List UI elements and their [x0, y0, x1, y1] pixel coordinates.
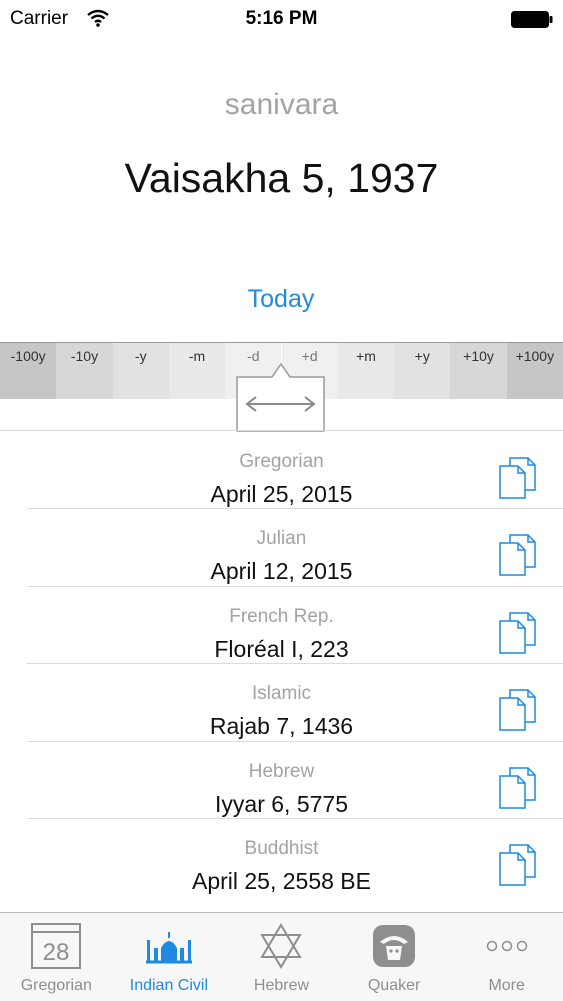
adjust-button[interactable]: +m — [337, 343, 395, 400]
tab-hebrew[interactable]: Hebrew — [225, 913, 338, 1001]
copy-icon[interactable] — [498, 689, 536, 731]
quaker-icon — [338, 921, 451, 971]
tab-label: Indian Civil — [129, 977, 209, 994]
tab-label: Hebrew — [253, 977, 310, 994]
tab-quaker[interactable]: Quaker — [338, 913, 451, 1001]
converted-date: April 25, 2015 — [210, 481, 353, 507]
svg-text:28: 28 — [43, 939, 70, 966]
adjust-button[interactable]: +10y — [450, 343, 507, 400]
conversion-row: Buddhist April 25, 2558 BE — [0, 818, 563, 895]
row-separator — [27, 663, 563, 665]
conversion-row: Islamic Rajab 7, 1436 — [0, 663, 563, 740]
converted-date: April 25, 2558 BE — [191, 868, 371, 894]
tab-label: Quaker — [367, 977, 421, 994]
adjust-button[interactable]: -100y — [0, 343, 57, 400]
row-separator — [27, 508, 563, 510]
calendar-icon: 28 — [0, 921, 113, 971]
copy-icon[interactable] — [498, 534, 536, 577]
status-bar: Carrier 5:16 PM — [0, 0, 563, 38]
tab-bar: 28 Gregorian Indian Civil Hebrew Quaker More — [0, 912, 563, 1001]
conversion-row: French Rep. Floréal I, 223 — [0, 585, 563, 663]
tab-gregorian[interactable]: 28 Gregorian — [0, 913, 113, 1001]
calendar-name: Hebrew — [248, 760, 315, 782]
star-of-david-icon — [225, 921, 338, 971]
battery-icon — [511, 11, 553, 28]
adjust-button[interactable]: -10y — [56, 343, 113, 400]
tab-label: Gregorian — [20, 977, 92, 994]
tab-label: More — [488, 977, 525, 994]
converted-date: Floréal I, 223 — [214, 635, 349, 662]
conversion-row: Julian April 12, 2015 — [0, 508, 563, 585]
copy-icon[interactable] — [498, 766, 536, 809]
taj-mahal-icon — [113, 921, 226, 971]
more-icon — [450, 921, 563, 971]
adjust-button[interactable]: -y — [112, 343, 169, 400]
calendar-name: Islamic — [251, 683, 312, 705]
converted-date: Iyyar 6, 5775 — [215, 790, 348, 817]
conversion-row: Hebrew Iyyar 6, 5775 — [0, 740, 563, 818]
calendar-name: Julian — [256, 528, 307, 550]
row-separator — [27, 585, 563, 587]
calendar-name: Buddhist — [244, 838, 319, 859]
weekday-label: sanivara — [224, 88, 339, 121]
calendar-name: French Rep. — [229, 605, 334, 627]
converted-date: April 12, 2015 — [210, 558, 353, 585]
row-separator — [27, 818, 563, 819]
adjust-button[interactable]: +y — [394, 343, 451, 400]
copy-icon[interactable] — [498, 844, 536, 886]
copy-icon[interactable] — [498, 457, 536, 499]
conversion-row: Gregorian April 25, 2015 — [0, 431, 563, 508]
clock-time: 5:16 PM — [245, 8, 318, 29]
adjust-button[interactable]: -m — [168, 343, 226, 400]
converted-date: Rajab 7, 1436 — [209, 713, 354, 740]
adjust-button[interactable]: +100y — [506, 343, 563, 400]
today-button[interactable]: Today — [231, 285, 331, 314]
selected-date: Vaisakha 5, 1937 — [124, 155, 439, 201]
calendar-name: Gregorian — [239, 451, 324, 472]
row-separator — [27, 740, 563, 742]
tab-indian-civil[interactable]: Indian Civil — [113, 913, 226, 1001]
tab-more[interactable]: More — [450, 913, 563, 1001]
drag-handle[interactable] — [236, 362, 325, 432]
copy-icon[interactable] — [498, 612, 536, 654]
